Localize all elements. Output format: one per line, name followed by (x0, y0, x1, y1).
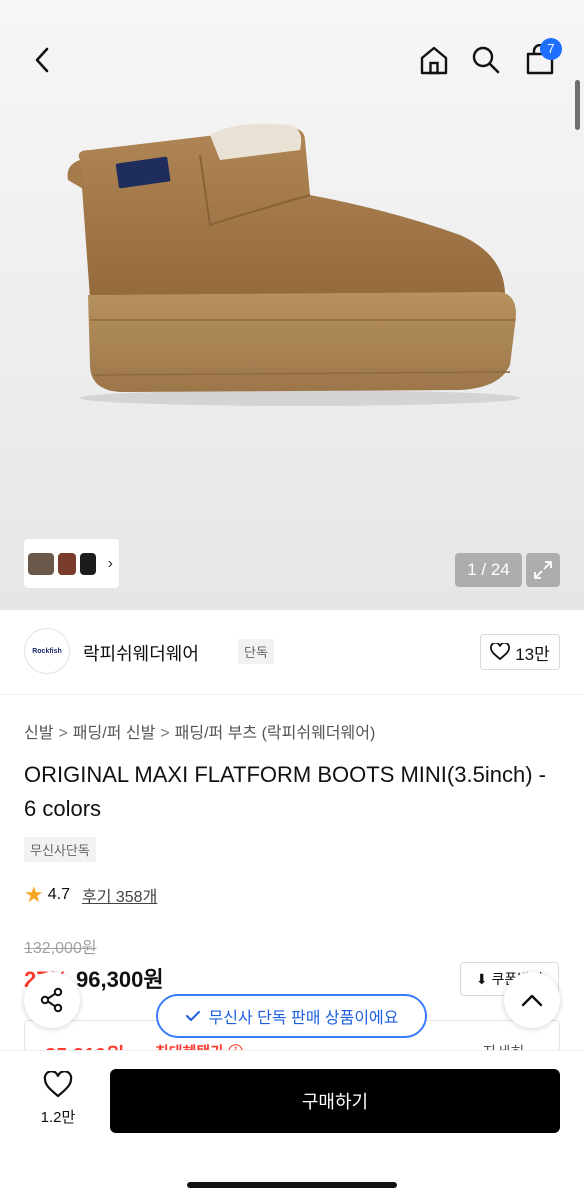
check-icon (185, 1011, 200, 1021)
breadcrumb: 신발 > 패딩/퍼 신발 > 패딩/퍼 부츠 (락피쉬웨더웨어) (24, 719, 375, 743)
review-link[interactable]: 후기 358개 (82, 883, 157, 907)
thumbnail-strip[interactable]: › (24, 539, 119, 588)
share-icon (40, 987, 63, 1013)
thumbnail-black[interactable] (80, 552, 96, 575)
product-title: ORIGINAL MAXI FLATFORM BOOTS MINI(3.5inc… (24, 762, 546, 821)
expand-button[interactable] (526, 553, 560, 587)
boot-product-image (67, 123, 520, 406)
image-counter: 1 / 24 (455, 553, 522, 587)
home-icon (420, 46, 448, 75)
heart-icon (43, 1070, 73, 1098)
breadcrumb-item-padding-boots[interactable]: 패딩/퍼 부츠 (락피쉬웨더웨어) (175, 725, 376, 742)
bottom-action-bar: 1.2만 구매하기 (0, 1050, 584, 1200)
divider (0, 694, 584, 695)
back-button[interactable] (24, 40, 60, 80)
rating-row: ★ 4.7 후기 358개 (24, 882, 157, 908)
breadcrumb-item-padding-shoes[interactable]: 패딩/퍼 신발 (73, 725, 156, 742)
buy-button[interactable]: 구매하기 (110, 1069, 560, 1133)
exclusive-toast: 무신사 단독 판매 상품이에요 (156, 994, 427, 1038)
heart-icon (490, 643, 511, 661)
rating-value: 4.7 (47, 886, 70, 903)
scrollbar[interactable] (575, 80, 580, 130)
search-icon (472, 46, 500, 74)
chevron-right-icon[interactable]: › (108, 555, 113, 573)
chevron-up-icon (521, 994, 543, 1007)
toast-text: 무신사 단독 판매 상품이에요 (208, 1010, 399, 1027)
search-button[interactable] (466, 40, 506, 80)
brand-exclusive-tag: 단독 (238, 639, 274, 664)
breadcrumb-separator: > (160, 725, 170, 742)
brand-like-count: 13만 (515, 644, 550, 664)
expand-icon (534, 561, 552, 579)
thumbnail-chestnut[interactable] (58, 552, 76, 575)
product-image-gallery[interactable]: 7 › 1 / 24 (0, 0, 584, 610)
scroll-top-button[interactable] (504, 972, 560, 1028)
exclusive-badge: 무신사단독 (24, 837, 96, 862)
home-button[interactable] (414, 40, 454, 80)
breadcrumb-item-shoes[interactable]: 신발 (24, 725, 53, 742)
sale-price: 96,300원 (76, 967, 164, 992)
breadcrumb-separator: > (58, 725, 68, 742)
star-icon: ★ (24, 882, 44, 907)
cart-count-badge: 7 (540, 38, 562, 60)
cart-button[interactable]: 7 (520, 38, 562, 80)
thumbnail-brown[interactable] (28, 552, 54, 575)
brand-name[interactable]: 락피쉬웨더웨어 (83, 640, 199, 666)
share-button[interactable] (24, 972, 80, 1028)
top-navigation-bar: 7 (0, 30, 584, 90)
back-icon (35, 47, 49, 73)
brand-row: Rockfish 락피쉬웨더웨어 단독 13만 (24, 628, 560, 676)
wishlist-count: 1.2만 (40, 1109, 76, 1126)
original-price: 132,000원 (24, 940, 97, 957)
wishlist-button[interactable]: 1.2만 (28, 1070, 88, 1127)
product-page: 7 › 1 / 24 Rockfish 락피쉬웨더웨어 단독 13만 신발 > … (0, 0, 584, 1200)
home-indicator (187, 1182, 397, 1188)
brand-like-button[interactable]: 13만 (480, 634, 560, 670)
brand-logo[interactable]: Rockfish (24, 628, 70, 674)
